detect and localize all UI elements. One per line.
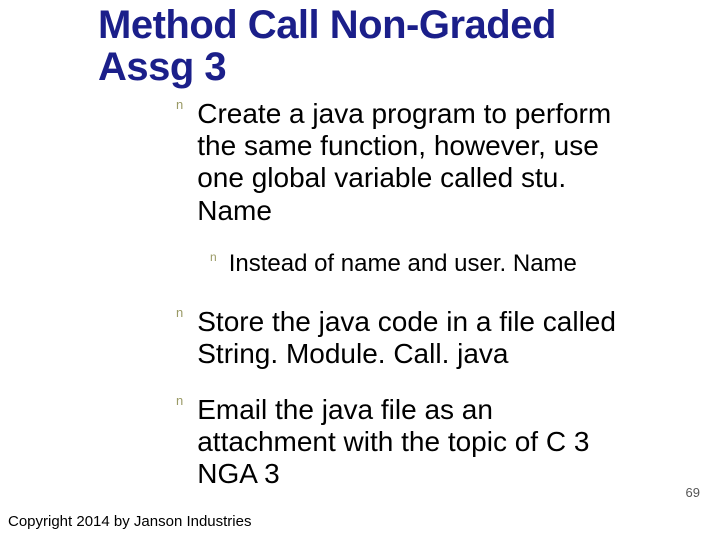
bullet-3-text: Email the java file as an attachment wit…: [197, 394, 637, 491]
bullet-1-sub-text: Instead of name and user. Name: [229, 250, 649, 279]
copyright-text: Copyright 2014 by Janson Industries: [8, 513, 251, 530]
bullet-marker-icon: n: [176, 394, 183, 409]
bullet-marker-icon: n: [176, 98, 183, 113]
page-number: 69: [686, 485, 700, 500]
bullet-3: n Email the java file as an attachment wi…: [176, 394, 637, 491]
slide: Method Call Non-Graded Assg 3 n Create a …: [0, 0, 720, 540]
bullet-2-text: Store the java code in a file called Str…: [197, 306, 667, 370]
bullet-2: n Store the java code in a file called St…: [176, 306, 667, 370]
bullet-marker-icon: n: [210, 250, 217, 264]
slide-title: Method Call Non-Graded Assg 3: [98, 4, 658, 88]
bullet-1-sub: n Instead of name and user. Name: [210, 250, 649, 279]
bullet-1-text: Create a java program to perform the sam…: [197, 98, 647, 227]
bullet-1: n Create a java program to perform the sa…: [176, 98, 647, 227]
bullet-marker-icon: n: [176, 306, 183, 321]
